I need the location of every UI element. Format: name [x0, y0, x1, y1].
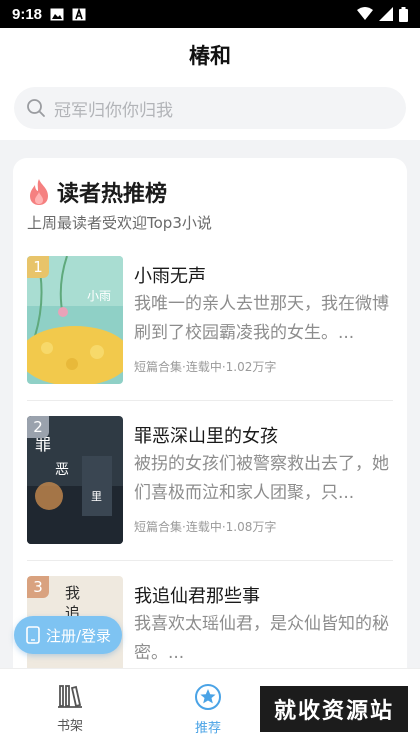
tab-recommend[interactable]: 推荐 — [168, 683, 248, 736]
book-cover[interactable]: 罪 恶 里 2 — [27, 416, 123, 544]
rank-badge: 3 — [27, 576, 49, 598]
register-login-button[interactable]: 注册/登录 — [14, 616, 122, 654]
status-time: 9:18 — [12, 5, 43, 23]
divider — [27, 400, 393, 401]
image-notification-icon — [50, 8, 64, 20]
tab-recommend-label: 推荐 — [194, 721, 221, 736]
divider — [27, 560, 393, 561]
font-notification-icon — [72, 7, 86, 20]
tab-bookshelf[interactable]: 书架 — [30, 683, 110, 734]
phone-icon — [26, 626, 40, 644]
fire-icon — [30, 179, 48, 205]
ranking-heading: 读者热推榜 — [27, 176, 167, 208]
book-title[interactable]: 我追仙君那些事 — [134, 582, 260, 608]
svg-text:小雨: 小雨 — [87, 289, 111, 303]
search-bar[interactable]: 冠军归你你归我 — [14, 87, 406, 129]
ranking-title: 读者热推榜 — [57, 182, 168, 207]
book-title[interactable]: 罪恶深山里的女孩 — [134, 422, 278, 448]
page-title: 椿和 — [189, 44, 231, 68]
svg-text:里: 里 — [91, 490, 102, 503]
book-title[interactable]: 小雨无声 — [134, 262, 206, 288]
bookshelf-icon — [58, 685, 82, 708]
book-item[interactable]: 罪 恶 里 2 罪恶深山里的女孩 被拐的女孩们被警察救出去了，她们喜极而泣和家人… — [27, 416, 393, 556]
rank-badge: 2 — [27, 416, 49, 438]
register-login-label: 注册/登录 — [46, 626, 112, 645]
wifi-icon — [357, 7, 373, 20]
book-description: 我喜欢太瑶仙君，是众仙皆知的秘密。... — [134, 614, 389, 663]
recommend-star-icon — [195, 684, 221, 710]
rank-badge: 1 — [27, 256, 49, 278]
battery-icon — [399, 6, 408, 22]
book-meta: 短篇合集·连载中·1.08万字 — [134, 520, 277, 534]
ranking-subtitle: 上周最读者受欢迎Top3小说 — [27, 214, 212, 232]
watermark-badge: 就收资源站 — [260, 686, 408, 732]
book-meta: 短篇合集·连载中·1.02万字 — [134, 360, 277, 374]
ranking-card: 读者热推榜 上周最读者受欢迎Top3小说 小雨 1 小雨无声 我唯一的亲人去世那… — [13, 158, 407, 746]
svg-text:我: 我 — [65, 584, 80, 602]
search-placeholder: 冠军归你你归我 — [54, 100, 173, 121]
tab-bookshelf-label: 书架 — [56, 719, 83, 734]
signal-icon — [379, 7, 393, 21]
book-description: 我唯一的亲人去世那天，我在微博刷到了校园霸凌我的女生。... — [134, 294, 389, 343]
book-item[interactable]: 小雨 1 小雨无声 我唯一的亲人去世那天，我在微博刷到了校园霸凌我的女生。...… — [27, 256, 393, 396]
svg-text:恶: 恶 — [55, 462, 69, 478]
book-cover[interactable]: 小雨 1 — [27, 256, 123, 384]
app-header: 椿和 冠军归你你归我 — [0, 28, 420, 140]
status-bar: 9:18 — [0, 0, 420, 28]
book-description: 被拐的女孩们被警察救出去了，她们喜极而泣和家人团聚，只... — [134, 454, 389, 503]
search-icon — [27, 99, 45, 117]
